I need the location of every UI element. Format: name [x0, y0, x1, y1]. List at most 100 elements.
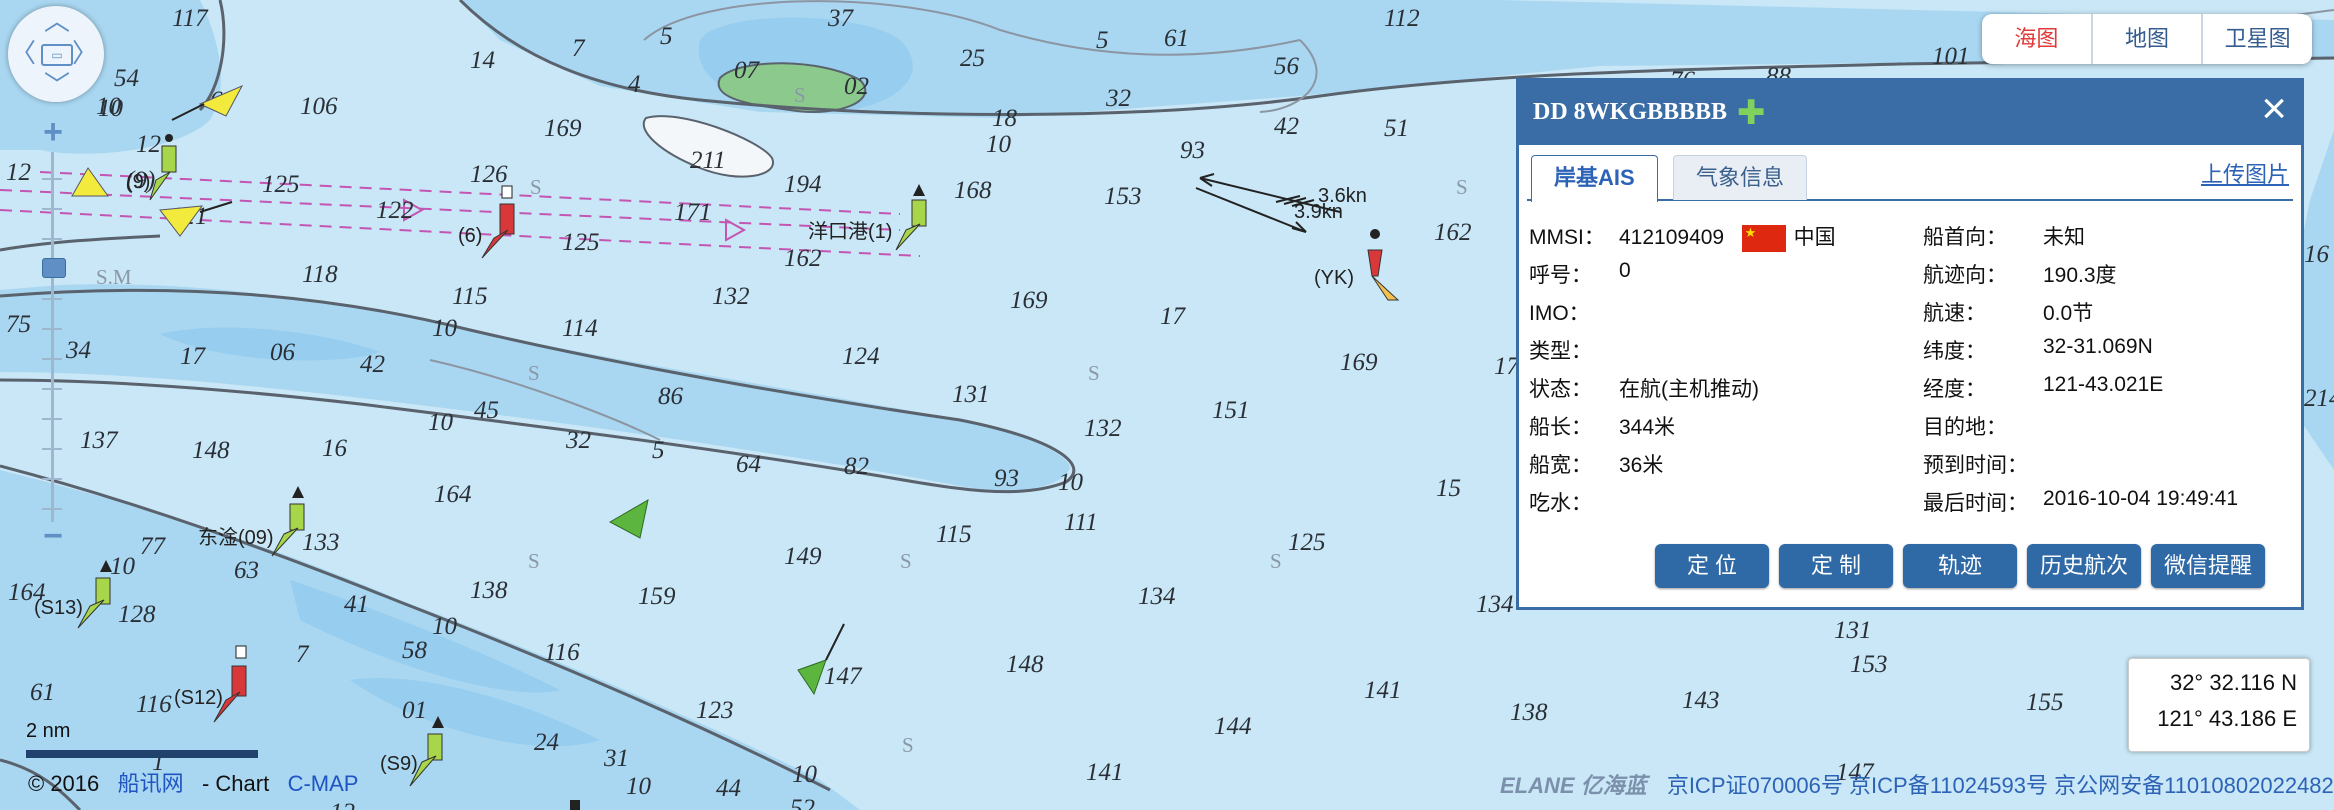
seabed-marker: S	[1088, 361, 1100, 385]
depth-sounding: 56	[1274, 53, 1300, 80]
depth-sounding: 5	[660, 23, 673, 50]
depth-sounding: 7	[296, 641, 310, 668]
depth-sounding: 106	[300, 93, 338, 120]
zoom-handle[interactable]	[42, 258, 66, 278]
depth-sounding: 32	[1105, 85, 1131, 112]
seabed-marker: S	[528, 361, 540, 385]
shipxy-link[interactable]: 船讯网	[118, 771, 184, 796]
depth-sounding: 211	[690, 147, 726, 174]
depth-sounding: 138	[1510, 699, 1548, 726]
contour-label: 10	[432, 315, 458, 342]
depth-sounding: 61	[30, 679, 55, 706]
depth-sounding: 93	[1180, 137, 1205, 164]
depth-sounding: 132	[1084, 415, 1122, 442]
current-speed-2: 3.9kn	[1294, 201, 1343, 223]
pan-right-icon[interactable]: 〉	[72, 40, 98, 66]
buoy-label: (S13)	[34, 597, 83, 619]
depth-sounding: 115	[936, 521, 972, 548]
customize-button[interactable]: 定 制	[1779, 544, 1893, 588]
locate-button[interactable]: 定 位	[1655, 544, 1769, 588]
depth-sounding: 17	[1160, 303, 1187, 330]
voyage-history-button[interactable]: 历史航次	[2027, 544, 2141, 588]
ship-info-popup: DD 8WKGBBBBB ✚ × 岸基AIS 气象信息 上传图片 MMSI： 4…	[1516, 78, 2304, 610]
zoom-out-button[interactable]: −	[39, 519, 67, 553]
depth-sounding: 148	[192, 437, 230, 464]
reset-view-icon[interactable]: ▭	[41, 44, 73, 66]
icp-license-link[interactable]: 京ICP证070006号	[1667, 773, 1843, 798]
depth-sounding: 41	[344, 591, 369, 618]
depth-sounding: 25	[960, 45, 985, 72]
depth-sounding: 01	[402, 697, 427, 724]
icp-footer: ELANE 亿海蓝 京ICP证070006号 京ICP备11024593号 京公…	[1500, 768, 2334, 800]
depth-sounding: 144	[1214, 713, 1252, 740]
scale-label: 2 nm	[26, 720, 71, 742]
depth-sounding: 101	[1932, 43, 1970, 70]
latitude-readout: 32° 32.116 N	[2169, 670, 2297, 695]
pan-control[interactable]: ︿ 〈 〉 ﹀ ▭	[8, 6, 104, 102]
depth-sounding: 169	[1010, 287, 1048, 314]
contour-label: 10	[626, 773, 652, 800]
depth-sounding: 64	[736, 451, 761, 478]
police-record-link[interactable]: 京公网安备11010802022482号	[2054, 773, 2334, 798]
depth-sounding: 164	[434, 481, 472, 508]
depth-sounding: 128	[118, 601, 156, 628]
depth-sounding: 93	[994, 465, 1019, 492]
depth-sounding: 12	[6, 159, 31, 186]
add-follow-icon[interactable]: ✚	[1737, 93, 1766, 133]
longitude-readout: 121° 43.186 E	[2157, 706, 2297, 731]
anchor-buoy-icon[interactable]	[570, 800, 580, 810]
depth-sounding: 168	[954, 177, 992, 204]
depth-sounding: 134	[1138, 583, 1176, 610]
china-flag-icon	[1741, 224, 1786, 252]
cmap-link[interactable]: C-MAP	[288, 771, 359, 796]
icp-record-link[interactable]: 京ICP备11024593号	[1849, 773, 2048, 798]
depth-sounding: 37	[827, 5, 855, 32]
buoy-label: (YK)	[1314, 267, 1354, 289]
depth-sounding: 63	[234, 557, 259, 584]
depth-sounding: 153	[1104, 183, 1142, 210]
elane-logo: ELANE 亿海蓝	[1500, 773, 1647, 798]
pan-down-icon[interactable]: ﹀	[44, 72, 70, 98]
depth-sounding: 125	[562, 229, 600, 256]
depth-sounding: 116	[544, 639, 580, 666]
depth-sounding: 138	[470, 577, 508, 604]
close-icon[interactable]: ×	[2261, 87, 2287, 131]
tab-satellite[interactable]: 卫星图	[2203, 14, 2312, 64]
seabed-marker: S	[528, 549, 540, 573]
tab-shore-ais[interactable]: 岸基AIS	[1531, 155, 1658, 202]
depth-sounding: 52	[790, 795, 815, 810]
depth-sounding: 137	[80, 427, 119, 454]
zoom-in-button[interactable]: +	[39, 115, 67, 149]
depth-sounding: 32	[565, 427, 591, 454]
upload-photo-link[interactable]: 上传图片	[2201, 157, 2289, 189]
depth-sounding: 02	[844, 73, 869, 100]
depth-sounding: 111	[1064, 509, 1098, 536]
tab-weather[interactable]: 气象信息	[1673, 155, 1808, 200]
depth-sounding: 141	[1364, 677, 1402, 704]
depth-sounding: 155	[2026, 689, 2064, 716]
contour-label: 10	[986, 131, 1012, 158]
depth-sounding: 7	[572, 35, 586, 62]
depth-sounding: 82	[844, 453, 869, 480]
depth-sounding: 151	[1212, 397, 1250, 424]
depth-sounding: 141	[1086, 759, 1124, 786]
contour-label: 10	[110, 553, 136, 580]
track-button[interactable]: 轨迹	[1903, 544, 2017, 588]
depth-sounding: 58	[402, 637, 428, 664]
depth-sounding: 131	[952, 381, 990, 408]
depth-sounding: 125	[1288, 529, 1326, 556]
depth-sounding: 42	[360, 351, 385, 378]
tab-sea-chart[interactable]: 海图	[1982, 14, 2093, 64]
depth-sounding: 194	[784, 171, 822, 198]
depth-sounding: 5	[652, 437, 665, 464]
buoy-label: (6)	[458, 225, 482, 247]
ship-name: DD 8WKGBBBBB	[1533, 99, 1728, 125]
tab-map[interactable]: 地图	[2093, 14, 2204, 64]
depth-sounding: 86	[658, 383, 684, 410]
pan-up-icon[interactable]: ︿	[44, 8, 70, 34]
zoom-slider[interactable]: + −	[36, 115, 70, 553]
pan-left-icon[interactable]: 〈	[10, 40, 36, 66]
wechat-alert-button[interactable]: 微信提醒	[2151, 544, 2265, 588]
sm-label: S.M	[96, 265, 132, 289]
depth-sounding: 126	[470, 161, 508, 188]
